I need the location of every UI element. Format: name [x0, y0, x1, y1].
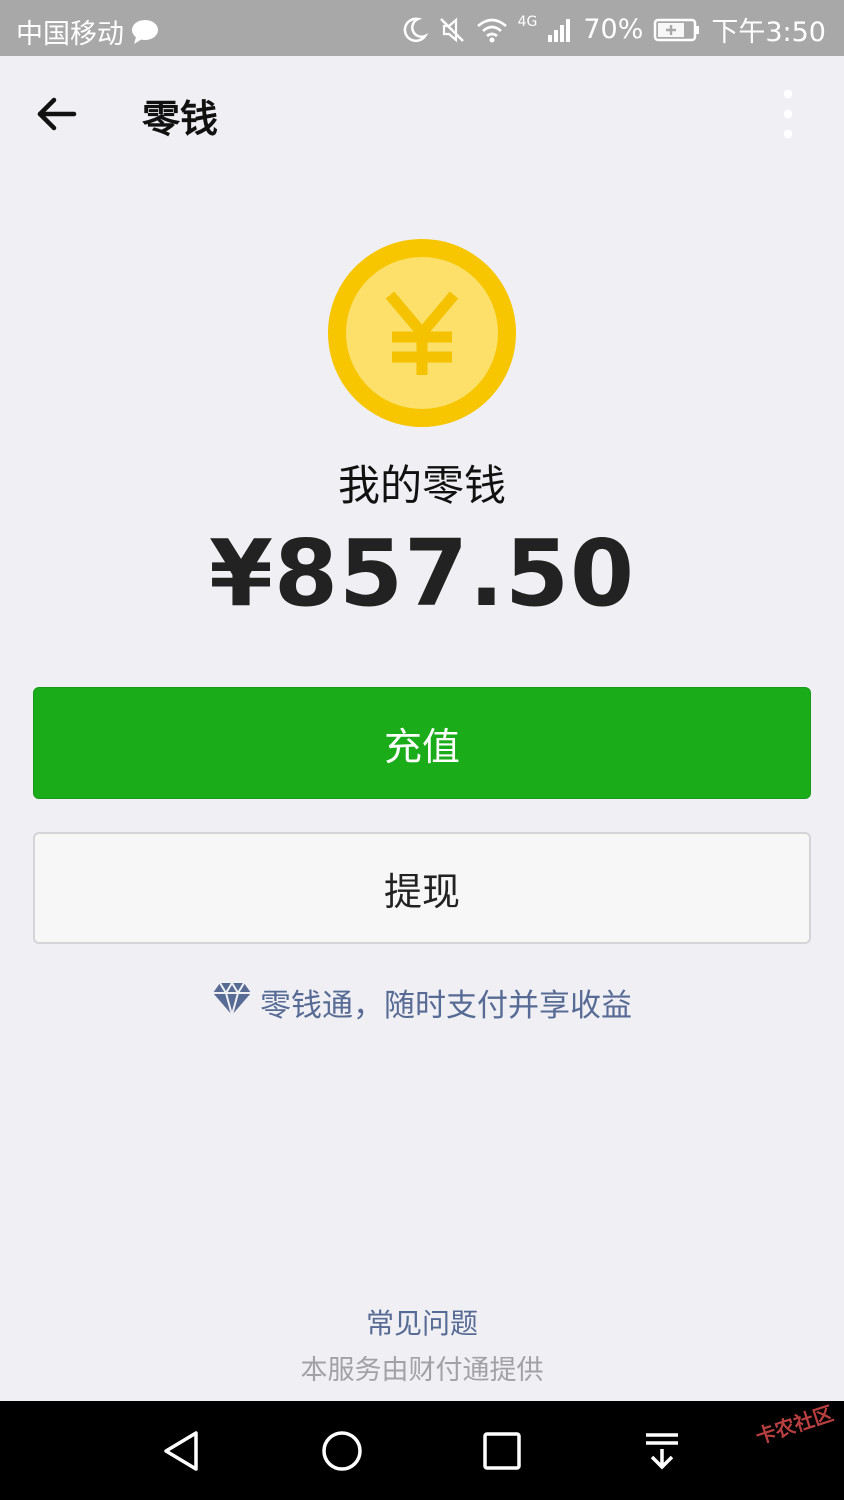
nav-notification-shade-button[interactable]	[640, 1429, 684, 1473]
nav-back-button[interactable]	[160, 1429, 204, 1473]
nav-recents-button[interactable]	[480, 1429, 524, 1473]
diamond-icon	[212, 981, 252, 1025]
battery-percent: 70%	[583, 14, 644, 45]
page-title: 零钱	[142, 97, 219, 141]
back-button[interactable]	[28, 86, 84, 142]
balance-amount: ¥857.50	[208, 520, 636, 627]
withdraw-button[interactable]: 提现	[33, 832, 811, 944]
app-header: 零钱	[0, 56, 844, 168]
navigation-bar: 卡农社区	[0, 1401, 844, 1500]
circle-home-icon	[322, 1431, 362, 1471]
nav-home-button[interactable]	[320, 1429, 364, 1473]
lingqiantong-link[interactable]: 零钱通，随时支付并享收益	[0, 980, 844, 1025]
pull-down-icon	[646, 1433, 678, 1470]
yuan-coin-icon	[328, 239, 516, 427]
status-bar: 中国移动 4G 70% 下午3:50	[0, 0, 844, 56]
balance-label: 我的零钱	[337, 461, 506, 510]
status-right: 4G 70% 下午3:50	[400, 10, 826, 49]
moon-icon	[400, 16, 428, 44]
chat-notification-icon	[130, 19, 160, 45]
clock: 下午3:50	[711, 17, 826, 48]
watermark-logo: 卡农社区	[752, 1401, 837, 1449]
battery-charging-icon	[653, 17, 701, 43]
lingqiantong-text: 零钱通，随时支付并享收益	[260, 988, 632, 1024]
faq-link[interactable]: 常见问题	[0, 1302, 844, 1342]
square-recents-icon	[483, 1432, 521, 1470]
provider-text: 本服务由财付通提供	[300, 1355, 544, 1386]
triangle-back-icon	[164, 1431, 198, 1471]
more-vertical-icon	[783, 89, 793, 139]
status-left: 中国移动	[16, 12, 160, 51]
recharge-button[interactable]: 充值	[33, 687, 811, 799]
wifi-icon	[476, 16, 508, 44]
withdraw-button-label: 提现	[383, 869, 460, 914]
back-arrow-icon	[37, 97, 77, 131]
signal-icon	[547, 17, 573, 43]
mute-icon	[438, 16, 466, 44]
carrier-name: 中国移动	[16, 19, 124, 50]
more-options-button[interactable]	[776, 88, 800, 140]
recharge-button-label: 充值	[383, 724, 460, 769]
network-type: 4G	[517, 13, 538, 30]
